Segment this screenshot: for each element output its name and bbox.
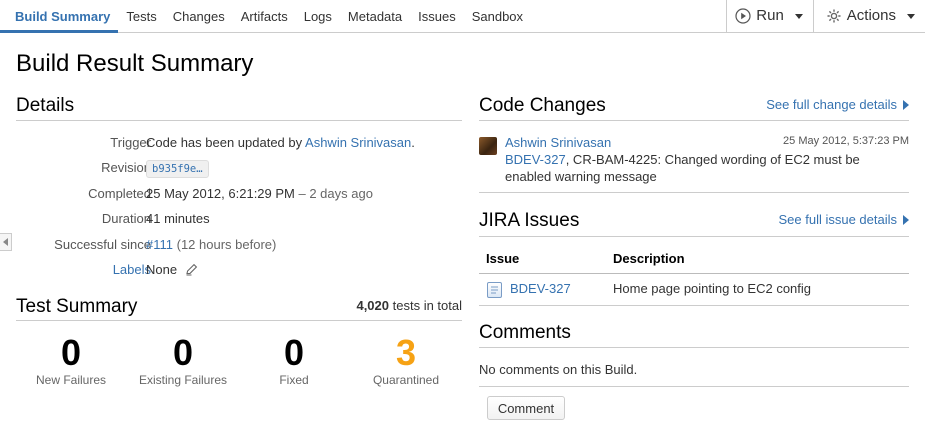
completed-relative: – 2 days ago xyxy=(294,185,373,201)
revision-value: b935f9e… xyxy=(146,159,209,179)
stat-new-failures: 0 New Failures xyxy=(16,332,126,388)
trigger-text: Code has been updated by xyxy=(146,135,306,150)
collapse-handle[interactable] xyxy=(0,233,12,251)
run-button[interactable]: Run xyxy=(726,0,813,32)
commit-message-line-2: enabled warning message xyxy=(505,169,657,184)
completed-value: 25 May 2012, 6:21:29 PM – 2 days ago xyxy=(146,185,373,202)
completed-date: 25 May 2012, 6:21:29 PM xyxy=(146,185,295,201)
tests-total: 4,020 tests in total xyxy=(356,298,462,313)
jira-col-description: Description xyxy=(613,251,685,266)
see-full-issue-details-label: See full issue details xyxy=(778,212,897,227)
comments-empty-text: No comments on this Build. xyxy=(479,362,638,377)
chevron-down-icon xyxy=(907,13,915,19)
detail-row-labels: Labels None xyxy=(16,261,461,286)
jira-issue-description: Home page pointing to EC2 config xyxy=(613,281,812,296)
labels-none: None xyxy=(146,261,178,277)
build-toolbar: Run Actions xyxy=(726,0,925,32)
pencil-icon[interactable] xyxy=(185,263,198,280)
code-changes-divider xyxy=(479,120,909,121)
tests-total-suffix: tests in total xyxy=(389,298,462,313)
jira-col-issue: Issue xyxy=(486,251,520,266)
trigger-suffix: . xyxy=(411,135,415,150)
tab-artifacts[interactable]: Artifacts xyxy=(233,0,296,33)
details-list: Trigger Code has been updated by Ashwin … xyxy=(16,134,461,286)
jira-header-divider xyxy=(479,273,909,274)
commit-message-line-1: , CR-BAM-4225: Changed wording of EC2 mu… xyxy=(565,152,860,167)
successful-since-build-link[interactable]: #111 xyxy=(146,237,173,252)
code-changes-heading: Code Changes xyxy=(479,95,606,116)
actions-label: Actions xyxy=(846,7,896,24)
chevron-down-icon xyxy=(794,13,803,19)
build-tabs: Build Summary Tests Changes Artifacts Lo… xyxy=(0,0,531,33)
chevron-left-icon xyxy=(3,238,8,246)
see-full-issue-details-link[interactable]: See full issue details xyxy=(778,212,909,227)
stat-label: Fixed xyxy=(279,373,309,387)
test-summary-divider xyxy=(16,320,462,321)
stat-existing-failures: 0 Existing Failures xyxy=(128,332,238,388)
detail-row-revision: Revision b935f9e… xyxy=(16,159,461,184)
commit-timestamp: 25 May 2012, 5:37:23 PM xyxy=(783,135,909,147)
duration-value: 41 minutes xyxy=(146,211,210,227)
tab-issues[interactable]: Issues xyxy=(410,0,464,33)
jira-issue-type-icon xyxy=(487,282,502,298)
tests-total-count: 4,020 xyxy=(356,298,390,313)
jira-row-divider xyxy=(479,305,909,306)
trigger-label: Trigger xyxy=(110,135,151,150)
commit-message: BDEV-327, CR-BAM-4225: Changed wording o… xyxy=(505,151,905,185)
detail-row-successful-since: Successful since #111 (12 hours before) xyxy=(16,236,461,261)
comment-button[interactable]: Comment xyxy=(487,396,565,420)
comments-heading: Comments xyxy=(479,322,571,343)
successful-since-relative: (12 hours before) xyxy=(173,236,277,252)
stat-value: 3 xyxy=(395,332,417,373)
see-full-change-details-label: See full change details xyxy=(766,97,897,112)
duration-label: Duration xyxy=(101,211,151,227)
detail-row-completed: Completed 25 May 2012, 6:21:29 PM – 2 da… xyxy=(16,185,461,210)
tab-logs[interactable]: Logs xyxy=(296,0,340,33)
details-heading: Details xyxy=(16,95,75,116)
avatar xyxy=(479,137,497,155)
actions-button[interactable]: Actions xyxy=(812,0,925,32)
stat-value: 0 xyxy=(172,332,194,373)
stat-value: 0 xyxy=(283,332,305,373)
stat-quarantined: 3 Quarantined xyxy=(351,332,461,388)
tab-changes[interactable]: Changes xyxy=(165,0,233,33)
tab-sandbox[interactable]: Sandbox xyxy=(464,0,531,33)
successful-since-label: Successful since xyxy=(54,236,151,252)
trigger-user-link[interactable]: Ashwin Srinivasan xyxy=(305,135,411,150)
revision-hash-link[interactable]: b935f9e… xyxy=(146,160,209,179)
code-changes-bottom-divider xyxy=(479,192,909,193)
stat-label: New Failures xyxy=(35,373,107,387)
details-divider xyxy=(16,120,462,121)
jira-issues-heading: JIRA Issues xyxy=(479,210,580,231)
commit-author-link[interactable]: Ashwin Srinivasan xyxy=(505,135,611,150)
tab-build-summary[interactable]: Build Summary xyxy=(0,0,119,33)
chevron-right-icon xyxy=(903,99,909,110)
play-icon xyxy=(735,8,751,24)
detail-row-duration: Duration 41 minutes xyxy=(16,210,461,235)
tab-tests[interactable]: Tests xyxy=(118,0,164,33)
build-nav-bar: Build Summary Tests Changes Artifacts Lo… xyxy=(0,0,925,33)
jira-divider xyxy=(479,236,909,237)
stat-label: Quarantined xyxy=(372,373,440,387)
chevron-right-icon xyxy=(903,214,909,225)
commit-issue-link[interactable]: BDEV-327 xyxy=(505,152,566,167)
jira-issue-link[interactable]: BDEV-327 xyxy=(510,281,571,296)
test-summary-heading: Test Summary xyxy=(16,296,138,317)
see-full-change-details-link[interactable]: See full change details xyxy=(766,97,909,112)
gear-icon xyxy=(826,8,842,24)
successful-since-value: #111 (12 hours before) xyxy=(146,236,276,253)
tab-metadata[interactable]: Metadata xyxy=(340,0,410,33)
detail-row-trigger: Trigger Code has been updated by Ashwin … xyxy=(16,134,461,159)
page-title: Build Result Summary xyxy=(16,50,254,77)
comments-divider xyxy=(479,347,909,348)
stat-value: 0 xyxy=(60,332,82,373)
run-label: Run xyxy=(756,7,784,24)
stat-label: Existing Failures xyxy=(138,373,228,387)
comments-bottom-divider xyxy=(479,386,909,387)
completed-label: Completed xyxy=(88,185,151,201)
trigger-value: Code has been updated by Ashwin Srinivas… xyxy=(146,134,415,151)
labels-value: None xyxy=(146,261,198,280)
revision-label: Revision xyxy=(101,160,151,176)
stat-fixed: 0 Fixed xyxy=(239,332,349,388)
